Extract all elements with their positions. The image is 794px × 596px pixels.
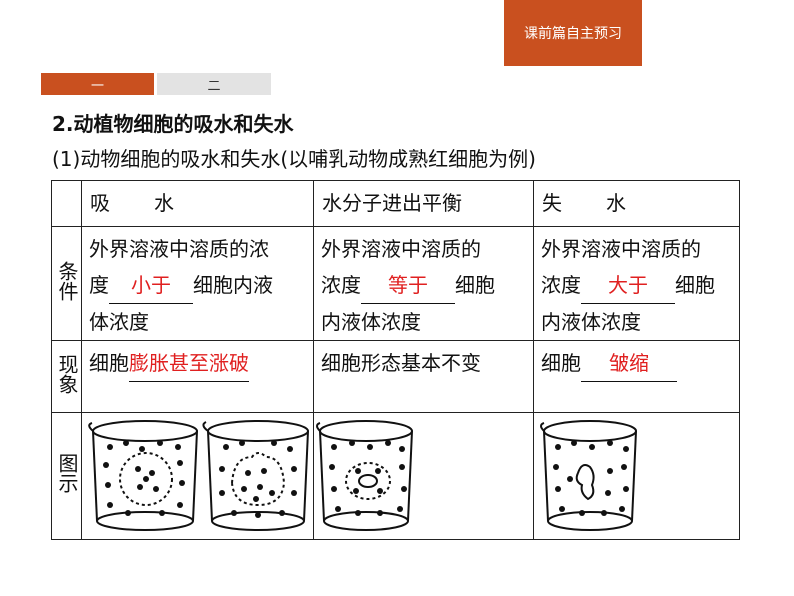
beaker-icon [88,420,198,531]
solute-particles [329,440,407,516]
tab-one[interactable]: 一 [41,73,154,95]
beaker-shrink-illustration [540,420,637,531]
solute-particles [103,440,297,518]
figure-absorb [81,412,314,540]
answer-less-than: 小于 [109,267,193,304]
table-row-figure: 图示 [51,412,740,540]
solute-particles [553,440,629,516]
phenomenon-absorb: 细胞膨胀甚至涨破 [81,340,314,413]
row-label-condition: 条件 [51,226,82,341]
beaker-icon [540,420,637,531]
row-label-phenomenon: 现象 [51,340,82,413]
condition-absorb: 外界溶液中溶质的浓 度小于 细胞内液 体浓度 [81,226,314,341]
answer-swell: 膨胀甚至涨破 [129,345,249,382]
tab-two[interactable]: 二 [157,73,271,95]
table-row-condition: 条件 外界溶液中溶质的浓 度小于 细胞内液 体浓度 外界溶液中溶质的 浓度 等于 细胞… [51,226,740,341]
beakers-swelling-illustration [88,420,309,531]
col-header-absorb: 吸 水 [81,180,314,227]
beaker-icon [316,420,413,531]
answer-equal: 等于 [361,267,455,304]
condition-balance: 外界溶液中溶质的 浓度 等于 细胞 内液体浓度 [313,226,534,341]
section-subheading: (1)动物细胞的吸水和失水(以哺乳动物成熟红细胞为例) [52,147,536,171]
beaker-balance-illustration [316,420,413,531]
corner-cell [51,180,82,227]
answer-greater-than: 大于 [581,267,675,304]
figure-lose [533,412,740,540]
col-header-lose: 失 水 [533,180,740,227]
row-label-figure: 图示 [51,412,82,540]
table-header-row: 吸 水 水分子进出平衡 失 水 [51,180,740,227]
phenomenon-balance: 细胞形态基本不变 [313,340,534,413]
col-header-balance: 水分子进出平衡 [313,180,534,227]
section-badge: 课前篇自主预习 [504,0,642,66]
section-heading: 2.动植物细胞的吸水和失水 [52,112,294,136]
comparison-table: 吸 水 水分子进出平衡 失 水 条件 外界溶液中溶质的浓 度小于 细胞内液 体浓度… [51,180,740,540]
table-row-phenomenon: 现象 细胞膨胀甚至涨破 细胞形态基本不变 细胞 皱缩 [51,340,740,413]
answer-shrink: 皱缩 [581,345,677,382]
phenomenon-lose: 细胞 皱缩 [533,340,740,413]
condition-lose: 外界溶液中溶质的 浓度 大于 细胞 内液体浓度 [533,226,740,341]
figure-balance [313,412,534,540]
